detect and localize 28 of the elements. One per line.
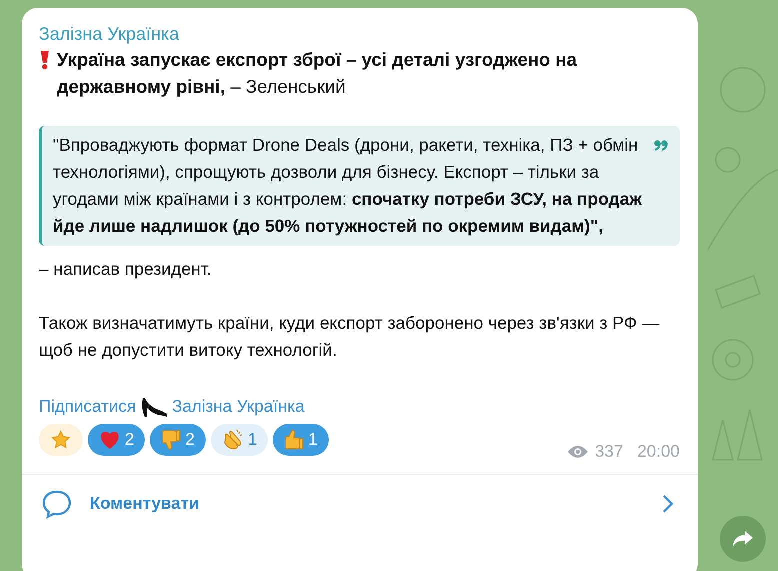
headline-text: Україна запускає експорт зброї – усі деталі узгоджено на державному рівні, – Зеленський [57, 48, 578, 99]
clapping-hands-icon [222, 429, 244, 451]
message-time: 20:00 [637, 442, 680, 462]
reaction-button[interactable]: 1 [273, 424, 329, 456]
quote-icon [654, 140, 668, 151]
exclamation-icon [39, 50, 51, 70]
subscribe-link[interactable]: Підписатися [39, 394, 136, 420]
reaction-button[interactable]: 2 [88, 424, 146, 456]
forward-icon [732, 530, 754, 548]
forward-button[interactable] [720, 516, 766, 562]
channel-name[interactable]: Залізна Українка [39, 22, 680, 46]
thumbs-down-icon [161, 429, 182, 451]
channel-link[interactable]: Залізна Українка [172, 394, 305, 420]
view-count: 337 [595, 442, 624, 462]
message-text: – написав президент. [39, 258, 213, 281]
reaction-button[interactable]: 1 [210, 424, 268, 456]
chevron-right-icon [662, 494, 674, 514]
heart-icon [99, 430, 121, 450]
eye-icon [567, 445, 590, 459]
quote-text: "Впроваджують формат Drone Deals (дрони, ракети, техніка, ПЗ + обмін технологіями), спрощують дозволи для бізнесу. Експорт – тільки за угодами між країнами і з контролем: спочатку потреби ЗСУ, на продаж йде лише надлишок (до 50% потужностей по окремим видам)", [53, 134, 644, 238]
high-heel-icon [140, 395, 168, 419]
thumbs-up-icon [284, 429, 304, 451]
comment-icon [42, 489, 72, 519]
reaction-button[interactable] [39, 424, 83, 456]
reaction-button[interactable]: 2 [150, 424, 206, 456]
comments-button[interactable]: Коментувати [22, 474, 698, 533]
message-text: Також визначатимуть країни, куди експорт заборонено через зв'язки з РФ — щоб не допустити витоку технологій. [39, 312, 661, 362]
star-icon [51, 430, 71, 450]
